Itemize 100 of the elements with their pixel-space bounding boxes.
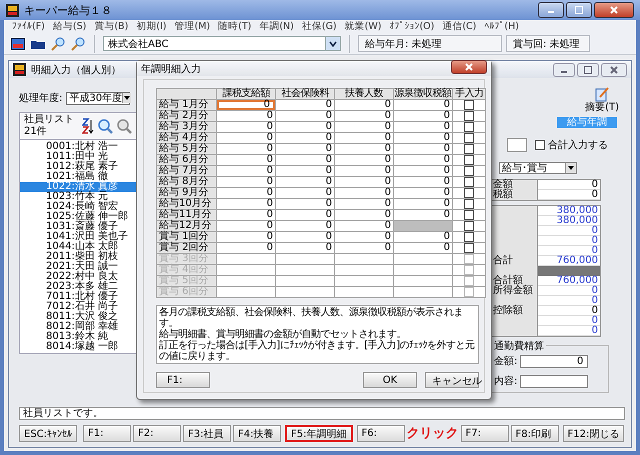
zoom-out-icon[interactable] — [70, 36, 86, 52]
function-key-button[interactable]: F12:閉じる — [562, 425, 624, 442]
employee-item[interactable]: 8013:鈴木 純 — [20, 332, 136, 342]
function-key-button[interactable]: F8:印刷 — [510, 425, 559, 442]
table-cell[interactable]: 0 — [216, 220, 276, 232]
table-cell[interactable]: 0 — [334, 232, 394, 242]
table-cell[interactable]: 0 — [394, 198, 452, 210]
table-cell[interactable]: 0 — [276, 122, 334, 132]
employee-item[interactable]: 1024:長崎 智宏 — [20, 202, 136, 212]
employee-item[interactable]: 2021:天田 誠一 — [20, 262, 136, 272]
checkbox[interactable] — [464, 177, 474, 187]
checkbox[interactable] — [464, 100, 474, 110]
table-cell[interactable]: 0 — [334, 144, 394, 154]
function-key-button[interactable]: ESC:ｷｬﾝｾﾙ — [19, 425, 78, 442]
checkbox[interactable] — [464, 210, 474, 220]
checkbox[interactable] — [464, 166, 474, 176]
table-cell[interactable]: 0 — [276, 232, 334, 242]
table-cell[interactable]: 0 — [216, 110, 276, 122]
employee-item[interactable]: 7012:石井 尚子 — [20, 302, 136, 312]
table-cell[interactable]: 0 — [276, 242, 334, 254]
employee-item[interactable]: 1012:萩尾 素子 — [20, 162, 136, 172]
employee-item[interactable]: 7011:北村 優子 — [20, 292, 136, 302]
table-cell[interactable]: 0 — [276, 176, 334, 188]
type-select[interactable]: 給与･賞与 — [499, 162, 577, 174]
close-button[interactable] — [451, 60, 487, 74]
table-cell[interactable]: 0 — [216, 242, 276, 254]
table-cell[interactable]: 0 — [276, 100, 334, 110]
table-cell[interactable]: 0 — [394, 176, 452, 188]
table-cell[interactable]: 0 — [334, 188, 394, 198]
checkbox[interactable] — [535, 140, 545, 150]
menu-item[interactable]: 年調(N) — [255, 20, 298, 33]
employee-item[interactable]: 2011:柴田 初枝 — [20, 252, 136, 262]
checkbox[interactable] — [464, 199, 474, 209]
employee-item[interactable]: 1021:福島 徹 — [20, 172, 136, 182]
table-cell[interactable]: 0 — [334, 100, 394, 110]
table-cell[interactable]: 0 — [276, 166, 334, 176]
minimize-button[interactable] — [538, 2, 564, 18]
employee-item[interactable]: 1031:斎藤 優子 — [20, 222, 136, 232]
table-cell[interactable]: 0 — [334, 242, 394, 254]
employee-item[interactable]: 8014:塚越 一郎 — [20, 342, 136, 352]
employee-item[interactable]: 1044:山本 太郎 — [20, 242, 136, 252]
checkbox[interactable] — [464, 144, 474, 154]
table-cell[interactable]: 0 — [394, 110, 452, 122]
table-cell[interactable]: 0 — [216, 100, 276, 110]
company-dropdown[interactable]: 株式会社ABC — [103, 36, 341, 51]
table-cell[interactable]: 0 — [394, 166, 452, 176]
table-cell[interactable]: 0 — [216, 154, 276, 166]
table-cell[interactable]: 0 — [276, 144, 334, 154]
table-cell[interactable]: 0 — [216, 198, 276, 210]
table-cell[interactable]: 0 — [334, 210, 394, 220]
close-button[interactable] — [594, 2, 634, 18]
zoom-in-icon[interactable] — [50, 36, 66, 52]
employee-item[interactable]: 8011:大沢 俊之 — [20, 312, 136, 322]
employee-item[interactable]: 1025:佐藤 伸一郎 — [20, 212, 136, 222]
checkbox[interactable] — [464, 155, 474, 165]
note-field[interactable] — [520, 374, 588, 388]
sort-icon[interactable] — [82, 118, 94, 134]
menu-item[interactable]: 初期(I) — [132, 20, 170, 33]
menu-item[interactable]: ﾌｧｲﾙ(F) — [8, 21, 49, 32]
checkbox[interactable] — [464, 122, 474, 132]
table-cell[interactable]: 0 — [394, 154, 452, 166]
table-cell[interactable]: 0 — [216, 232, 276, 242]
table-cell[interactable]: 0 — [394, 132, 452, 144]
menu-item[interactable]: ｵﾌﾟｼｮﾝ(O) — [385, 21, 438, 32]
table-cell[interactable]: 0 — [394, 188, 452, 198]
function-key-button[interactable]: F5:年調明細 — [285, 425, 353, 442]
table-cell[interactable]: 0 — [216, 144, 276, 154]
checkbox[interactable] — [464, 232, 474, 242]
table-cell[interactable]: 0 — [334, 220, 394, 232]
table-cell[interactable]: 0 — [276, 220, 334, 232]
menu-item[interactable]: 通信(C) — [438, 20, 480, 33]
table-cell[interactable]: 0 — [394, 144, 452, 154]
table-cell[interactable]: 0 — [216, 132, 276, 144]
checkbox[interactable] — [464, 133, 474, 143]
table-cell[interactable]: 0 — [394, 242, 452, 254]
table-cell[interactable]: 0 — [334, 132, 394, 144]
menu-item[interactable]: ﾍﾙﾌﾟ(H) — [480, 21, 523, 32]
table-cell[interactable]: 0 — [334, 166, 394, 176]
table-cell[interactable]: 0 — [334, 176, 394, 188]
table-cell[interactable]: 0 — [276, 110, 334, 122]
input-field[interactable] — [507, 138, 527, 152]
function-key-button[interactable]: F6: — [356, 425, 405, 442]
table-cell[interactable]: 0 — [334, 110, 394, 122]
table-cell[interactable]: 0 — [394, 232, 452, 242]
ok-button[interactable]: OK — [363, 372, 417, 388]
table-cell[interactable]: 0 — [276, 154, 334, 166]
maximize-button[interactable] — [566, 2, 592, 18]
table-cell[interactable]: 0 — [276, 188, 334, 198]
menu-item[interactable]: 給与(S) — [48, 20, 90, 33]
table-cell[interactable]: 0 — [334, 122, 394, 132]
table-cell[interactable]: 0 — [276, 198, 334, 210]
search-icon[interactable] — [116, 118, 132, 134]
table-cell[interactable]: 0 — [334, 154, 394, 166]
table-cell[interactable]: 0 — [276, 132, 334, 144]
table-cell[interactable]: 0 — [216, 176, 276, 188]
table-cell[interactable]: 0 — [216, 122, 276, 132]
menu-item[interactable]: 管理(M) — [170, 20, 214, 33]
employee-item[interactable]: 0001:北村 浩一 — [20, 142, 136, 152]
employee-item[interactable]: 2022:村中 良太 — [20, 272, 136, 282]
menu-item[interactable]: 就業(W) — [340, 20, 386, 33]
